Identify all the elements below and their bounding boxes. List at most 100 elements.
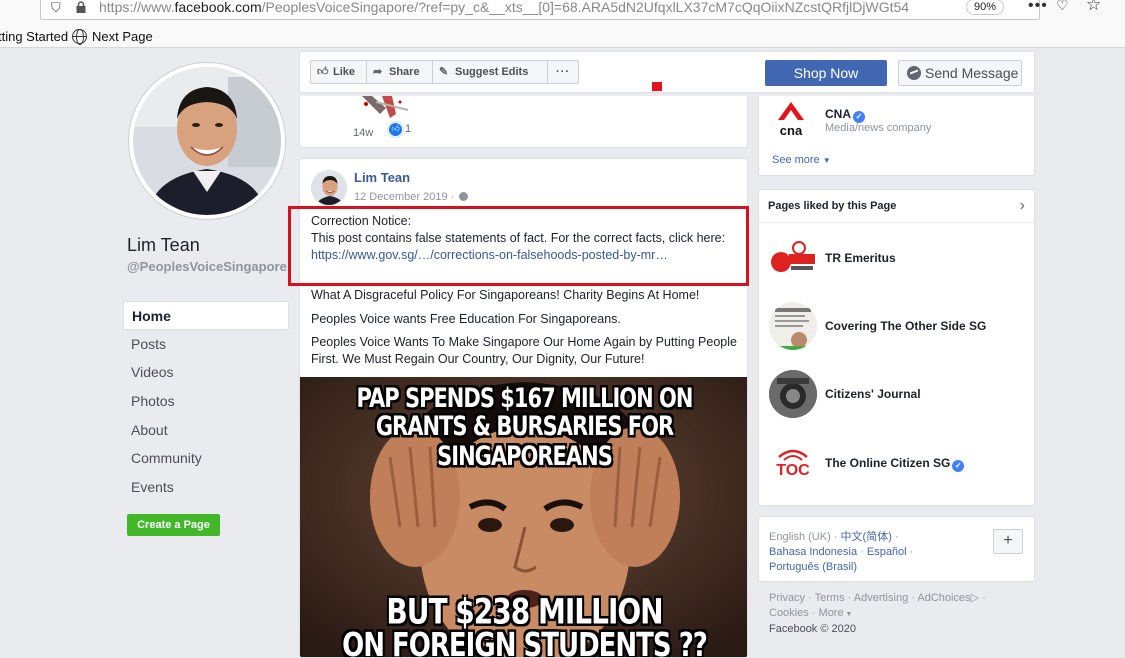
chevron-right-icon[interactable]: › xyxy=(1020,197,1025,215)
share-label: Share xyxy=(389,66,420,78)
profile-picture[interactable] xyxy=(128,62,286,220)
related-page-name[interactable]: CNA ✓ xyxy=(825,107,865,123)
svg-text:TOC: TOC xyxy=(776,462,810,479)
url-domain: facebook.com xyxy=(174,0,262,15)
post-text-paragraph: What A Disgraceful Policy For Singaporea… xyxy=(311,288,700,302)
see-more-link[interactable]: See more ▼ xyxy=(772,154,831,166)
footer-link-advertising[interactable]: Advertising xyxy=(854,592,908,604)
nav-videos[interactable]: Videos xyxy=(123,358,289,387)
related-page-card: cna CNA ✓ Media/news company See more ▼ xyxy=(758,96,1035,176)
post-author-avatar[interactable] xyxy=(311,170,347,206)
thumbs-up-icon: 👍︎ xyxy=(317,66,329,78)
related-page-category: Media/news company xyxy=(825,122,932,134)
post-author-name[interactable]: Lim Tean xyxy=(354,170,410,185)
liked-page-avatar: TOC xyxy=(769,439,817,487)
url-text[interactable]: https://www.facebook.com/PeoplesVoiceSin… xyxy=(99,0,929,15)
footer-link-more[interactable]: More xyxy=(819,607,844,619)
meme-caption-bottom: ON FOREIGN STUDENTS ?? xyxy=(341,626,708,658)
meme-caption-top: PAP SPENDS $167 MILLION ON xyxy=(356,382,694,414)
cna-name-text: CNA xyxy=(825,107,851,121)
cna-logo[interactable]: cna xyxy=(776,100,806,138)
annotation-marker xyxy=(652,82,662,91)
public-globe-icon xyxy=(459,192,469,201)
correction-link[interactable]: https://www.gov.sg/…/corrections-on-fals… xyxy=(311,247,741,264)
gift-image xyxy=(362,96,409,118)
zoom-level-badge[interactable]: 90% xyxy=(966,0,1005,15)
nav-about[interactable]: About xyxy=(123,416,289,445)
suggest-edits-label: Suggest Edits xyxy=(455,66,529,78)
page-handle[interactable]: @PeoplesVoiceSingapore xyxy=(127,260,289,274)
post-text-paragraph: Peoples Voice wants Free Education For S… xyxy=(311,312,621,326)
nav-photos[interactable]: Photos xyxy=(123,387,289,416)
liked-page-item[interactable]: Citizens' Journal xyxy=(769,370,1029,418)
shop-now-button[interactable]: Shop Now xyxy=(765,60,887,86)
language-link[interactable]: Português (Brasil) xyxy=(769,561,857,573)
footer-link-privacy[interactable]: Privacy xyxy=(769,592,805,604)
liked-page-avatar xyxy=(769,234,817,282)
share-arrow-icon: ➦ xyxy=(373,66,383,78)
add-language-button[interactable]: + xyxy=(993,529,1023,554)
comment-image-thumbnail[interactable] xyxy=(352,96,412,120)
citizens-journal-logo xyxy=(769,370,817,418)
page-actions-menu-icon[interactable]: ••• xyxy=(1028,0,1048,15)
nav-community[interactable]: Community xyxy=(123,444,289,473)
liked-page-item[interactable]: TOC The Online Citizen SG ✓ xyxy=(769,439,1029,487)
covering-other-side-logo xyxy=(769,308,817,350)
liked-page-avatar xyxy=(769,302,817,350)
reaction-count[interactable]: 1 xyxy=(405,123,411,135)
chevron-down-icon: ▼ xyxy=(822,156,831,165)
like-button[interactable]: 👍︎ Like xyxy=(310,60,367,84)
liked-page-item[interactable]: TR Emeritus xyxy=(769,234,1029,282)
liked-page-name: Covering The Other Side SG xyxy=(825,319,987,333)
footer-link-cookies[interactable]: Cookies xyxy=(769,607,809,619)
liked-page-item[interactable]: Covering The Other Side SG xyxy=(769,302,1029,350)
liked-page-avatar xyxy=(769,370,817,418)
bookmark-getting-started[interactable]: tting Started xyxy=(0,29,68,44)
suggest-edits-button[interactable]: ✎ Suggest Edits xyxy=(432,60,548,84)
meme-caption-top: GRANTS & BURSARIES FOR SINGAPOREANS xyxy=(375,410,675,472)
correction-notice: Correction Notice: This post contains fa… xyxy=(311,213,741,264)
send-message-button[interactable]: Send Message xyxy=(898,60,1022,86)
language-link[interactable]: Español xyxy=(867,546,907,558)
verified-badge-icon: ✓ xyxy=(952,460,965,472)
liked-page-name: TR Emeritus xyxy=(825,251,896,265)
author-avatar-image xyxy=(312,171,346,205)
url-prefix: https://www. xyxy=(99,0,175,15)
post-image[interactable]: PAP SPENDS $167 MILLION ON GRANTS & BURS… xyxy=(300,377,747,658)
bookmarks-toolbar: tting Started Next Page xyxy=(0,27,1125,47)
like-reaction-icon: 👍︎ xyxy=(388,122,403,137)
language-link[interactable]: 中文(简体) xyxy=(841,531,892,543)
nav-home[interactable]: Home xyxy=(123,301,289,330)
nav-events[interactable]: Events xyxy=(123,473,289,502)
see-more-label: See more xyxy=(772,154,820,166)
lock-icon[interactable] xyxy=(75,1,87,13)
pages-liked-header[interactable]: Pages liked by this Page xyxy=(759,190,1034,223)
tracking-shield-icon[interactable]: ⛉ xyxy=(51,0,61,16)
svg-text:cna: cna xyxy=(780,123,803,138)
bookmark-star-icon[interactable]: ☆ xyxy=(1086,0,1101,15)
comment-timestamp[interactable]: 14w xyxy=(353,127,373,139)
pages-liked-card: Pages liked by this Page › TR Emeritus C… xyxy=(758,189,1035,506)
pocket-icon[interactable]: ♡ xyxy=(1056,0,1069,14)
correction-title: Correction Notice: xyxy=(311,214,412,228)
post-card: Lim Tean 12 December 2019 · Correction N… xyxy=(299,158,748,658)
create-page-button[interactable]: Create a Page xyxy=(127,514,220,536)
share-button[interactable]: ➦ Share xyxy=(366,60,433,84)
nav-posts[interactable]: Posts xyxy=(123,330,289,359)
language-link[interactable]: Bahasa Indonesia xyxy=(769,546,857,558)
footer-link-adchoices[interactable]: AdChoices xyxy=(917,592,970,604)
globe-icon xyxy=(72,29,87,45)
page-name[interactable]: Lim Tean xyxy=(127,235,200,256)
liked-page-name-text: The Online Citizen SG xyxy=(825,456,951,470)
footer-link-terms[interactable]: Terms xyxy=(815,592,845,604)
bookmark-next-page[interactable]: Next Page xyxy=(72,29,153,45)
page-action-bar: 👍︎ Like ➦ Share ✎ Suggest Edits ··· Shop No… xyxy=(299,51,1035,93)
tr-emeritus-logo xyxy=(771,241,815,272)
profile-photo-image xyxy=(133,67,281,215)
site-footer: Privacy · Terms · Advertising · AdChoice… xyxy=(769,592,986,635)
address-bar[interactable]: ⛉ https://www.facebook.com/PeoplesVoiceS… xyxy=(40,0,1101,20)
more-options-button[interactable]: ··· xyxy=(547,60,579,84)
copyright-text: Facebook © 2020 xyxy=(769,623,856,635)
post-timestamp[interactable]: 12 December 2019 · xyxy=(354,191,469,203)
post-text-paragraph: Peoples Voice Wants To Make Singapore Ou… xyxy=(311,335,737,366)
